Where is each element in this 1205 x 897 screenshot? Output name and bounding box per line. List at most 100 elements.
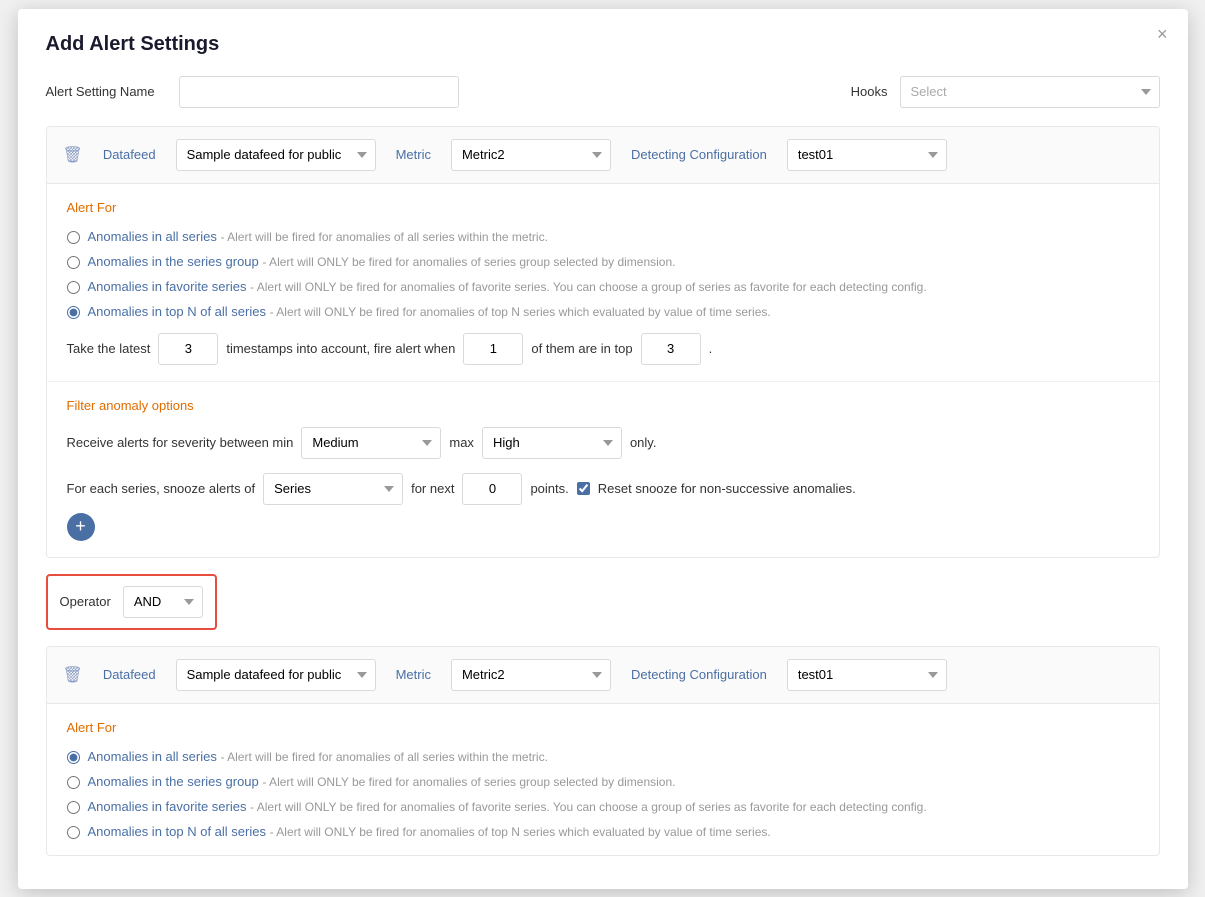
points-label: points. xyxy=(530,481,568,496)
top-row: Alert Setting Name Hooks Select xyxy=(46,76,1160,108)
detecting-select-2[interactable]: test01 xyxy=(787,659,947,691)
for-next-label: for next xyxy=(411,481,454,496)
radio-text-2-3: Anomalies in favorite series xyxy=(88,799,247,814)
radio-item-2-1: Anomalies in all series - Alert will be … xyxy=(67,749,1139,764)
radio-favorite-series-2[interactable] xyxy=(67,801,80,814)
radio-desc-1-1: - Alert will be fired for anomalies of a… xyxy=(220,230,547,244)
radio-top-n-2[interactable] xyxy=(67,826,80,839)
radio-desc-1-2: - Alert will ONLY be fired for anomalies… xyxy=(262,255,675,269)
snooze-label: For each series, snooze alerts of xyxy=(67,481,256,496)
hooks-label: Hooks xyxy=(851,84,888,99)
radio-item-2-4: Anomalies in top N of all series - Alert… xyxy=(67,824,1139,839)
detecting-label-2: Detecting Configuration xyxy=(631,667,767,682)
hooks-select[interactable]: Select xyxy=(900,76,1160,108)
radio-label-2-3[interactable]: Anomalies in favorite series - Alert wil… xyxy=(88,799,927,814)
radio-label-2-1[interactable]: Anomalies in all series - Alert will be … xyxy=(88,749,548,764)
metric-label-1: Metric xyxy=(396,147,431,162)
card-2-header: 🗑 Datafeed Sample datafeed for public Me… xyxy=(47,647,1159,704)
radio-group-1: Anomalies in all series - Alert will be … xyxy=(67,229,1139,319)
datafeed-label-1: Datafeed xyxy=(103,147,156,162)
radio-series-group-2[interactable] xyxy=(67,776,80,789)
radio-desc-1-3: - Alert will ONLY be fired for anomalies… xyxy=(250,280,927,294)
modal-title: Add Alert Settings xyxy=(46,33,1160,56)
datafeed-select-2[interactable]: Sample datafeed for public xyxy=(176,659,376,691)
alert-card-2: 🗑 Datafeed Sample datafeed for public Me… xyxy=(46,646,1160,856)
radio-item-2-3: Anomalies in favorite series - Alert wil… xyxy=(67,799,1139,814)
next-value-input[interactable] xyxy=(462,473,522,505)
card-1-body: Alert For Anomalies in all series - Aler… xyxy=(47,184,1159,381)
severity-row: Receive alerts for severity between min … xyxy=(67,427,1139,459)
datafeed-label-2: Datafeed xyxy=(103,667,156,682)
radio-text-1-2: Anomalies in the series group xyxy=(88,254,259,269)
radio-item-1-1: Anomalies in all series - Alert will be … xyxy=(67,229,1139,244)
severity-max-select[interactable]: High Medium Critical xyxy=(482,427,622,459)
filter-title-1: Filter anomaly options xyxy=(67,398,1139,413)
in-top-label: of them are in top xyxy=(531,341,632,356)
radio-desc-1-4: - Alert will ONLY be fired for anomalies… xyxy=(270,305,771,319)
reset-snooze-checkbox[interactable] xyxy=(577,482,590,495)
radio-desc-2-4: - Alert will ONLY be fired for anomalies… xyxy=(270,825,771,839)
alert-name-input[interactable] xyxy=(179,76,459,108)
detecting-select-1[interactable]: test01 xyxy=(787,139,947,171)
metric-select-1[interactable]: Metric2 xyxy=(451,139,611,171)
only-label: only. xyxy=(630,435,657,450)
radio-item-1-3: Anomalies in favorite series - Alert wil… xyxy=(67,279,1139,294)
radio-series-group-1[interactable] xyxy=(67,256,80,269)
detecting-label-1: Detecting Configuration xyxy=(631,147,767,162)
radio-label-1-2[interactable]: Anomalies in the series group - Alert wi… xyxy=(88,254,676,269)
radio-label-1-3[interactable]: Anomalies in favorite series - Alert wil… xyxy=(88,279,927,294)
hooks-section: Hooks Select xyxy=(851,76,1160,108)
snooze-select[interactable]: Series Metric All xyxy=(263,473,403,505)
radio-group-2: Anomalies in all series - Alert will be … xyxy=(67,749,1139,839)
take-latest-label: Take the latest xyxy=(67,341,151,356)
operator-label: Operator xyxy=(60,594,111,609)
radio-desc-2-1: - Alert will be fired for anomalies of a… xyxy=(220,750,547,764)
radio-desc-2-3: - Alert will ONLY be fired for anomalies… xyxy=(250,800,927,814)
fire-row: Take the latest timestamps into account,… xyxy=(67,333,1139,365)
severity-min-select[interactable]: Medium Low High Critical xyxy=(301,427,441,459)
severity-label: Receive alerts for severity between min xyxy=(67,435,294,450)
datafeed-select-1[interactable]: Sample datafeed for public xyxy=(176,139,376,171)
radio-label-2-4[interactable]: Anomalies in top N of all series - Alert… xyxy=(88,824,771,839)
trash-icon-1[interactable]: 🗑 xyxy=(63,145,83,165)
dot-label: . xyxy=(709,341,713,356)
card-2-body: Alert For Anomalies in all series - Aler… xyxy=(47,704,1159,855)
alert-card-1: 🗑 Datafeed Sample datafeed for public Me… xyxy=(46,126,1160,558)
operator-row: Operator AND OR xyxy=(46,574,217,630)
radio-label-2-2[interactable]: Anomalies in the series group - Alert wi… xyxy=(88,774,676,789)
radio-text-1-3: Anomalies in favorite series xyxy=(88,279,247,294)
alert-for-title-1: Alert For xyxy=(67,200,1139,215)
radio-text-2-4: Anomalies in top N of all series xyxy=(88,824,266,839)
top-value-input[interactable] xyxy=(641,333,701,365)
radio-text-1-1: Anomalies in all series xyxy=(88,229,217,244)
snooze-row: For each series, snooze alerts of Series… xyxy=(67,473,1139,505)
radio-item-1-2: Anomalies in the series group - Alert wi… xyxy=(67,254,1139,269)
alert-name-label: Alert Setting Name xyxy=(46,84,155,99)
trash-icon-2[interactable]: 🗑 xyxy=(63,665,83,685)
operator-select[interactable]: AND OR xyxy=(123,586,203,618)
radio-all-series-2[interactable] xyxy=(67,751,80,764)
max-label: max xyxy=(449,435,474,450)
close-button[interactable]: × xyxy=(1157,25,1168,43)
radio-text-2-2: Anomalies in the series group xyxy=(88,774,259,789)
fire-value-input[interactable] xyxy=(463,333,523,365)
radio-label-1-1[interactable]: Anomalies in all series - Alert will be … xyxy=(88,229,548,244)
radio-favorite-series-1[interactable] xyxy=(67,281,80,294)
filter-section-1: Filter anomaly options Receive alerts fo… xyxy=(47,381,1159,557)
timestamps-label: timestamps into account, fire alert when xyxy=(226,341,455,356)
add-filter-button[interactable]: + xyxy=(67,513,95,541)
radio-desc-2-2: - Alert will ONLY be fired for anomalies… xyxy=(262,775,675,789)
radio-item-1-4: Anomalies in top N of all series - Alert… xyxy=(67,304,1139,319)
metric-select-2[interactable]: Metric2 xyxy=(451,659,611,691)
radio-text-1-4: Anomalies in top N of all series xyxy=(88,304,266,319)
modal: Add Alert Settings × Alert Setting Name … xyxy=(18,9,1188,889)
card-1-header: 🗑 Datafeed Sample datafeed for public Me… xyxy=(47,127,1159,184)
radio-label-1-4[interactable]: Anomalies in top N of all series - Alert… xyxy=(88,304,771,319)
latest-value-input[interactable] xyxy=(158,333,218,365)
radio-top-n-1[interactable] xyxy=(67,306,80,319)
radio-all-series-1[interactable] xyxy=(67,231,80,244)
metric-label-2: Metric xyxy=(396,667,431,682)
reset-label: Reset snooze for non-successive anomalie… xyxy=(598,481,856,496)
radio-text-2-1: Anomalies in all series xyxy=(88,749,217,764)
alert-for-title-2: Alert For xyxy=(67,720,1139,735)
